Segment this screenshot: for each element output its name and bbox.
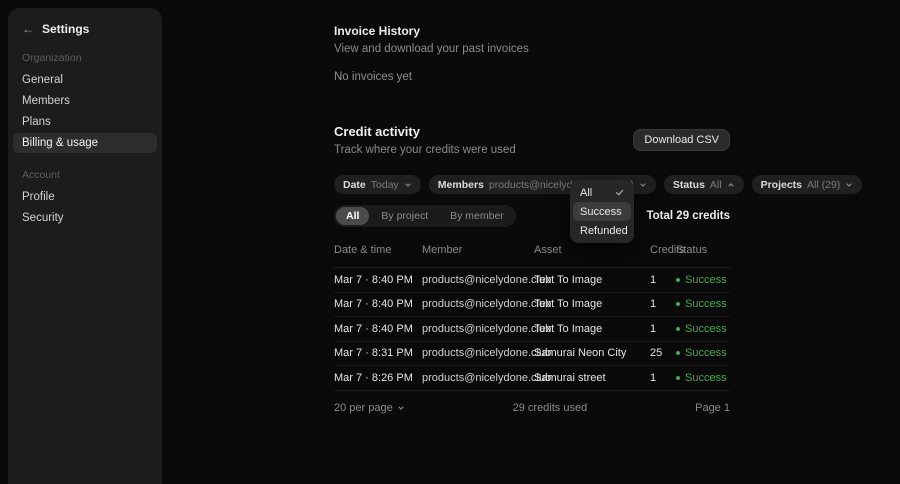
cell-datetime: Mar 7 · 8:40 PM <box>334 322 413 335</box>
filter-status-label: Status <box>672 178 705 191</box>
cell-asset: Samurai Neon City <box>534 347 627 360</box>
checkmark-icon <box>615 188 624 197</box>
chevron-down-icon <box>397 404 405 412</box>
total-credits-label: Total 29 credits <box>646 210 730 222</box>
dropdown-item-all[interactable]: All <box>573 183 631 202</box>
table-row: Mar 7 · 8:40 PM products@nicelydone.club… <box>334 268 730 293</box>
chevron-down-icon <box>404 181 412 189</box>
filter-projects[interactable]: Projects All (29) <box>751 175 863 194</box>
filter-date[interactable]: Date Today <box>334 175 421 194</box>
cell-asset: Samurai street <box>534 371 606 384</box>
status-dropdown-menu: All Success Refunded <box>570 180 634 243</box>
sidebar-item-billing-usage[interactable]: Billing & usage <box>13 133 157 153</box>
status-badge: Success <box>676 274 730 286</box>
cell-datetime: Mar 7 · 8:31 PM <box>334 347 413 360</box>
sidebar-header: ← Settings <box>8 8 162 36</box>
cell-member: products@nicelydone.club <box>422 322 552 335</box>
cell-credits: 25 <box>650 347 663 360</box>
invoice-history-subtitle: View and download your past invoices <box>334 43 529 55</box>
chevron-down-icon <box>639 181 647 189</box>
tab-by-member[interactable]: By member <box>440 207 514 225</box>
credit-activity-title: Credit activity <box>334 124 420 139</box>
sidebar-item-plans[interactable]: Plans <box>13 112 157 132</box>
credits-used-label: 29 credits used <box>512 401 588 414</box>
cell-member: products@nicelydone.club <box>422 273 552 286</box>
status-badge: Success <box>676 372 730 384</box>
filter-members-label: Members <box>437 178 484 191</box>
cell-credits: 1 <box>650 322 657 335</box>
sidebar-item-profile[interactable]: Profile <box>13 187 157 207</box>
credit-activity-subtitle: Track where your credits were used <box>334 144 516 156</box>
cell-datetime: Mar 7 · 8:40 PM <box>334 298 413 311</box>
col-header-credits: Credits <box>650 244 685 256</box>
success-dot-icon <box>676 375 680 380</box>
status-badge: Success <box>676 323 730 335</box>
back-arrow-icon[interactable]: ← <box>22 23 34 35</box>
cell-asset: Text To Image <box>534 322 603 335</box>
cell-datetime: Mar 7 · 8:40 PM <box>334 273 413 286</box>
success-dot-icon <box>676 277 680 282</box>
cell-datetime: Mar 7 · 8:26 PM <box>334 371 413 384</box>
cell-asset: Text To Image <box>534 298 603 311</box>
cell-asset: Text To Image <box>534 273 603 286</box>
filter-status-value: All <box>709 178 722 191</box>
dropdown-item-refunded[interactable]: Refunded <box>573 221 631 240</box>
chevron-down-icon <box>845 181 853 189</box>
view-segmented-control: All By project By member <box>334 205 516 227</box>
billing-usage-panel: Invoice History View and download your p… <box>334 0 863 414</box>
cell-member: products@nicelydone.club <box>422 347 552 360</box>
success-dot-icon <box>676 351 680 356</box>
table-row: Mar 7 · 8:31 PM products@nicelydone.club… <box>334 342 730 366</box>
sidebar-item-members[interactable]: Members <box>13 91 157 111</box>
per-page-select[interactable]: 20 per page <box>334 402 405 414</box>
cell-credits: 1 <box>650 298 657 311</box>
status-badge: Success <box>676 347 730 359</box>
table-row: Mar 7 · 8:40 PM products@nicelydone.club… <box>334 317 730 342</box>
cell-member: products@nicelydone.club <box>422 298 552 311</box>
table-footer: 20 per page 29 credits used Page 1 <box>334 402 730 414</box>
col-header-status: Status <box>676 244 708 256</box>
chevron-up-icon <box>727 181 735 189</box>
credit-activity-table: Date & time Member Asset Credits Status … <box>334 240 730 414</box>
table-header: Date & time Member Asset Credits Status <box>334 240 730 268</box>
view-tabs-row: All By project By member Total 29 credit… <box>334 205 730 227</box>
tab-all[interactable]: All <box>336 207 370 225</box>
filter-date-label: Date <box>343 178 366 191</box>
settings-sidebar: ← Settings Organization General Members … <box>8 8 162 484</box>
dropdown-item-success[interactable]: Success <box>573 202 631 221</box>
success-dot-icon <box>676 326 680 331</box>
status-badge: Success <box>676 298 730 310</box>
page-indicator: Page 1 <box>695 401 730 414</box>
col-header-asset: Asset <box>534 244 562 256</box>
table-row: Mar 7 · 8:26 PM products@nicelydone.club… <box>334 366 730 391</box>
credit-activity-header: Credit activity Track where your credits… <box>334 124 730 156</box>
filter-bar: Date Today Members products@nicelydone.c… <box>334 175 863 194</box>
sidebar-item-general[interactable]: General <box>13 70 157 90</box>
success-dot-icon <box>676 302 680 307</box>
filter-projects-value: All (29) <box>807 178 841 191</box>
cell-member: products@nicelydone.club <box>422 371 552 384</box>
filter-date-value: Today <box>370 178 399 191</box>
cell-credits: 1 <box>650 273 657 286</box>
filter-projects-label: Projects <box>760 178 803 191</box>
section-label-organization: Organization <box>22 52 82 64</box>
credit-activity-titles: Credit activity Track where your credits… <box>334 124 516 156</box>
table-row: Mar 7 · 8:40 PM products@nicelydone.club… <box>334 293 730 317</box>
tab-by-project[interactable]: By project <box>371 207 438 225</box>
filter-status[interactable]: Status All <box>663 175 744 194</box>
cell-credits: 1 <box>650 371 657 384</box>
download-csv-button[interactable]: Download CSV <box>633 129 730 151</box>
sidebar-item-security[interactable]: Security <box>13 208 157 228</box>
invoice-empty-state: No invoices yet <box>334 71 412 83</box>
col-header-datetime: Date & time <box>334 244 392 256</box>
sidebar-title: Settings <box>42 22 90 36</box>
section-label-account: Account <box>22 169 60 181</box>
invoice-history-title: Invoice History <box>334 24 421 38</box>
col-header-member: Member <box>422 244 463 256</box>
